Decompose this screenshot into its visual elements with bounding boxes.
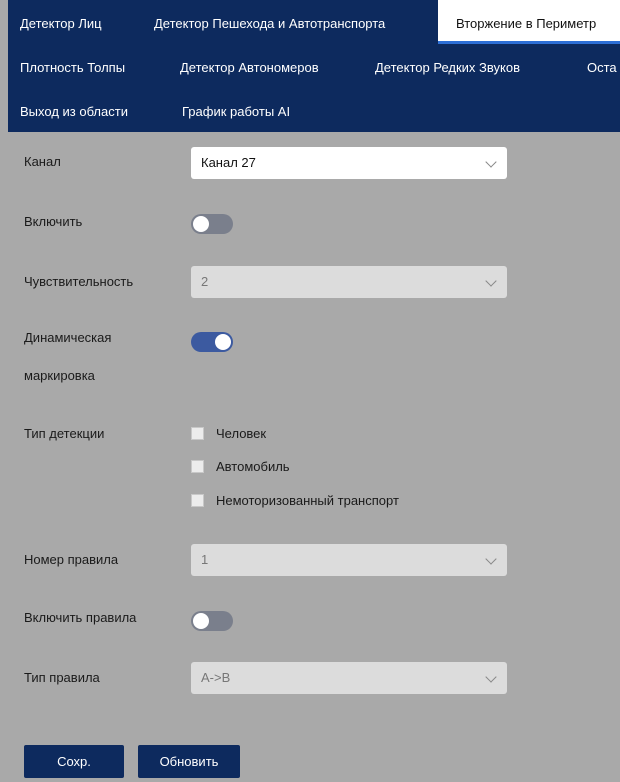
toggle-knob <box>193 216 209 232</box>
sensitivity-label: Чувствительность <box>24 274 134 289</box>
tab-face-detector[interactable]: Детектор Лиц <box>20 0 102 44</box>
enable-label: Включить <box>24 214 83 229</box>
tab-area-exit[interactable]: Выход из области <box>20 88 128 132</box>
tab-rare-sound-detector[interactable]: Детектор Редких Звуков <box>375 44 520 88</box>
chevron-down-icon <box>485 156 497 168</box>
toggle-knob <box>215 334 231 350</box>
chevron-down-icon <box>485 553 497 565</box>
channel-label: Канал <box>24 154 61 169</box>
dynamic-marking-label-line2: маркировка <box>24 368 95 383</box>
tab-row-1: Детектор Лиц Детектор Пешехода и Автотра… <box>8 0 620 44</box>
enable-rules-toggle[interactable] <box>191 611 233 631</box>
dynamic-marking-label-line1: Динамическая <box>24 330 112 345</box>
detection-type-label: Тип детекции <box>24 426 105 441</box>
sensitivity-select[interactable]: 2 <box>191 266 507 298</box>
refresh-button[interactable]: Обновить <box>138 745 240 778</box>
enable-toggle[interactable] <box>191 214 233 234</box>
tab-perimeter-intrusion[interactable]: Вторжение в Периметр <box>438 0 620 44</box>
toggle-knob <box>193 613 209 629</box>
tab-ai-schedule[interactable]: График работы AI <box>182 88 290 132</box>
rule-number-select[interactable]: 1 <box>191 544 507 576</box>
checkbox[interactable] <box>191 494 204 507</box>
channel-select[interactable]: Канал 27 <box>191 147 507 179</box>
tab-row-2: Плотность Толпы Детектор Автономеров Дет… <box>8 44 620 88</box>
checkbox[interactable] <box>191 427 204 440</box>
tab-row-3: Выход из области График работы AI <box>8 88 620 132</box>
tab-license-plate-detector[interactable]: Детектор Автономеров <box>180 44 319 88</box>
detection-type-person-label: Человек <box>216 426 267 441</box>
detection-type-vehicle-label: Автомобиль <box>216 459 290 474</box>
chevron-down-icon <box>485 671 497 683</box>
rule-type-select[interactable]: A->B <box>191 662 507 694</box>
enable-rules-label: Включить правила <box>24 610 137 625</box>
tab-overflow[interactable]: Оста <box>587 44 617 88</box>
sensitivity-select-value: 2 <box>201 274 209 289</box>
rule-type-select-value: A->B <box>201 670 231 685</box>
detection-type-nonmotor-label: Немоторизованный транспорт <box>216 493 399 508</box>
rule-type-label: Тип правила <box>24 670 100 685</box>
tab-bar: Детектор Лиц Детектор Пешехода и Автотра… <box>8 0 620 132</box>
save-button[interactable]: Сохр. <box>24 745 124 778</box>
tab-crowd-density[interactable]: Плотность Толпы <box>20 44 125 88</box>
dynamic-marking-toggle[interactable] <box>191 332 233 352</box>
chevron-down-icon <box>485 275 497 287</box>
channel-select-value: Канал 27 <box>201 155 256 170</box>
rule-number-select-value: 1 <box>201 552 209 567</box>
tab-pedestrian-vehicle-detector[interactable]: Детектор Пешехода и Автотранспорта <box>154 0 385 44</box>
rule-number-label: Номер правила <box>24 552 119 567</box>
checkbox[interactable] <box>191 460 204 473</box>
